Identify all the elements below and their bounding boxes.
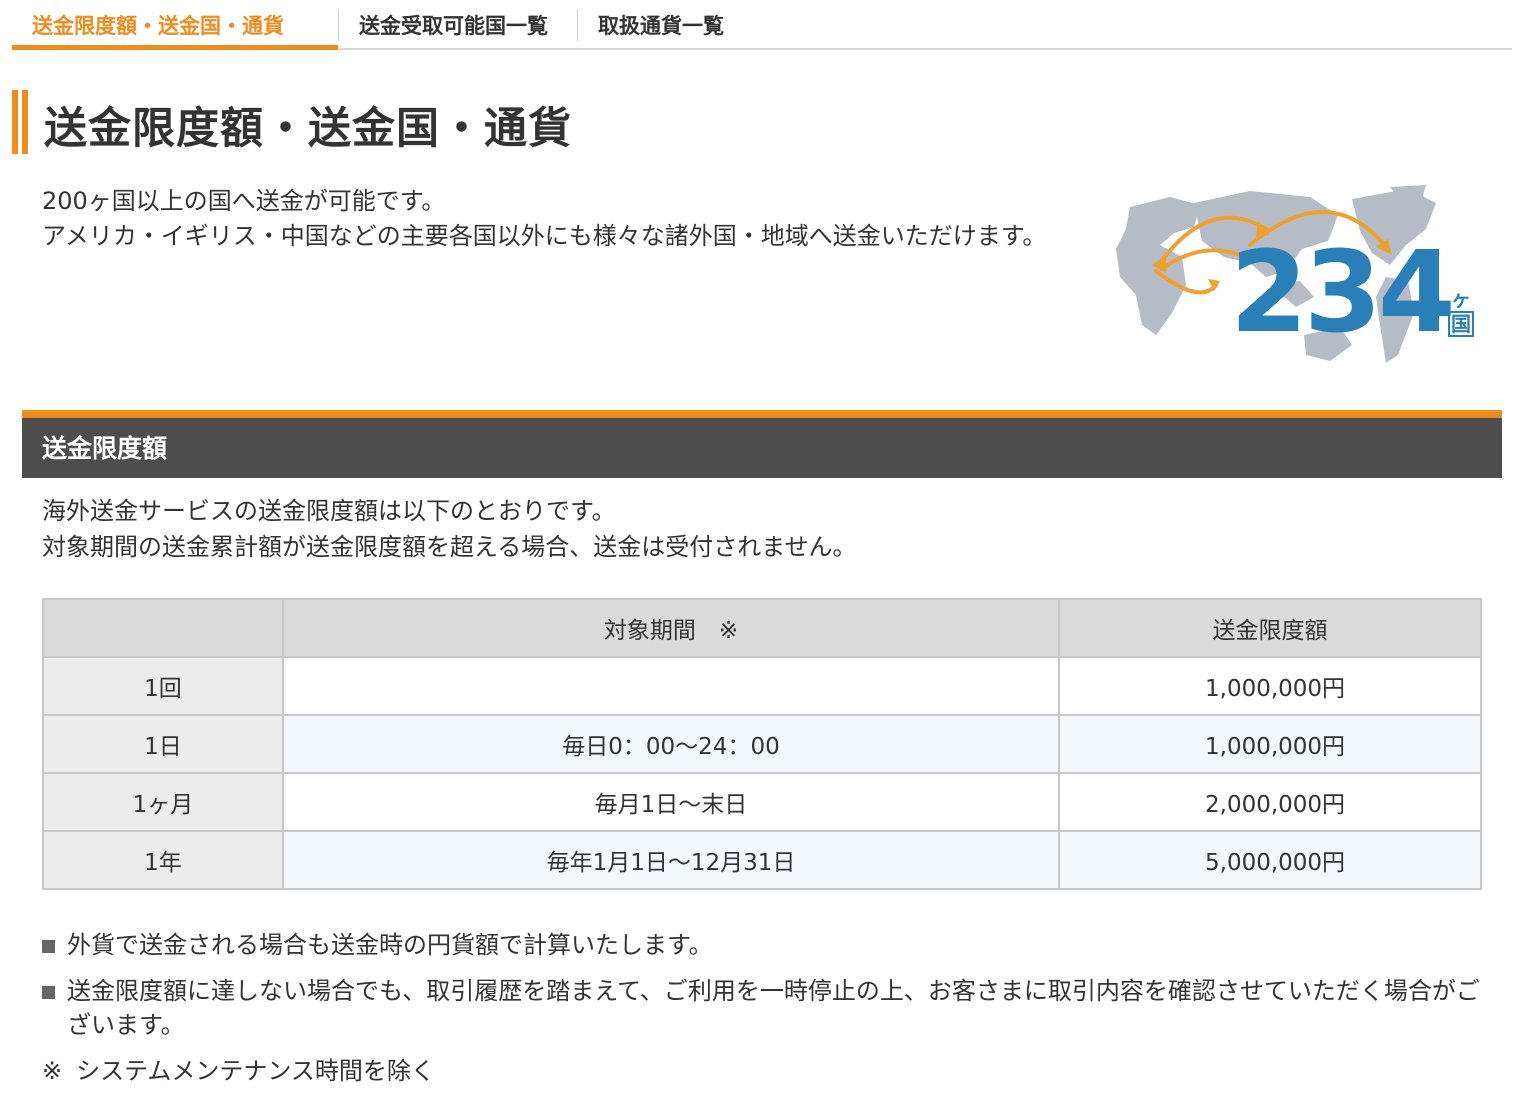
table-row: 1ヶ月 毎月1日〜末日 2,000,000円 <box>42 772 1482 832</box>
row-unit: 1年 <box>42 830 284 890</box>
country-unit: ヶ 国 <box>1446 287 1476 337</box>
section-desc-line-2: 対象期間の送金累計額が送金限度額を超える場合、送金は受付されません。 <box>42 533 857 561</box>
section-header-limits: 送金限度額 <box>22 410 1502 478</box>
row-period <box>282 656 1060 716</box>
unit-koku: 国 <box>1448 311 1474 337</box>
section-description: 海外送金サービスの送金限度額は以下のとおりです。 対象期間の送金累計額が送金限度… <box>42 493 1482 565</box>
intro-text: 200ヶ国以上の国へ送金が可能です。 アメリカ・イギリス・中国などの主要各国以外… <box>42 184 1052 254</box>
tab-bar: 送金限度額・送金国・通貨 送金受取可能国一覧 取扱通貨一覧 <box>12 0 1512 50</box>
row-period: 毎月1日〜末日 <box>282 772 1060 832</box>
row-unit: 1回 <box>42 656 284 716</box>
header-period: 対象期間 ※ <box>282 598 1060 658</box>
header-unit <box>42 598 284 658</box>
square-bullet-icon <box>42 940 55 953</box>
tab-receiving-countries[interactable]: 送金受取可能国一覧 <box>339 0 577 48</box>
row-period: 毎日0：00〜24：00 <box>282 714 1060 774</box>
square-bullet-icon <box>42 986 55 999</box>
row-amount: 2,000,000円 <box>1058 772 1482 832</box>
notes-list: 外貨で送金される場合も送金時の円貨額で計算いたします。 送金限度額に達しない場合… <box>42 928 1492 1054</box>
header-amount: 送金限度額 <box>1058 598 1482 658</box>
section-title: 送金限度額 <box>42 434 168 463</box>
list-item: 送金限度額に達しない場合でも、取引履歴を踏まえて、ご利用を一時停止の上、お客さま… <box>42 974 1492 1042</box>
footnote: ※ システムメンテナンス時間を除く <box>42 1054 435 1088</box>
table-row: 1日 毎日0：00〜24：00 1,000,000円 <box>42 714 1482 774</box>
world-map-graphic: 234 ヶ 国 <box>1090 185 1490 375</box>
title-accent-bar <box>12 90 28 154</box>
list-item: 外貨で送金される場合も送金時の円貨額で計算いたします。 <box>42 928 1492 962</box>
row-amount: 1,000,000円 <box>1058 656 1482 716</box>
note-text: 送金限度額に達しない場合でも、取引履歴を踏まえて、ご利用を一時停止の上、お客さま… <box>67 977 1480 1039</box>
row-amount: 5,000,000円 <box>1058 830 1482 890</box>
row-unit: 1日 <box>42 714 284 774</box>
intro-line-1: 200ヶ国以上の国へ送金が可能です。 <box>42 187 446 215</box>
unit-ke: ヶ <box>1451 287 1471 311</box>
table-row: 1年 毎年1月1日〜12月31日 5,000,000円 <box>42 830 1482 890</box>
limits-table: 対象期間 ※ 送金限度額 1回 1,000,000円 1日 毎日0：00〜24：… <box>42 598 1482 890</box>
row-amount: 1,000,000円 <box>1058 714 1482 774</box>
section-desc-line-1: 海外送金サービスの送金限度額は以下のとおりです。 <box>42 497 616 525</box>
footnote-mark: ※ <box>42 1057 63 1085</box>
country-count: 234 <box>1230 228 1456 358</box>
tab-currencies[interactable]: 取扱通貨一覧 <box>578 0 758 48</box>
footnote-text: システムメンテナンス時間を除く <box>76 1057 435 1085</box>
row-unit: 1ヶ月 <box>42 772 284 832</box>
page-title: 送金限度額・送金国・通貨 <box>44 104 572 154</box>
intro-line-2: アメリカ・イギリス・中国などの主要各国以外にも様々な諸外国・地域へ送金いただけま… <box>42 222 1047 250</box>
table-row: 1回 1,000,000円 <box>42 656 1482 716</box>
table-header-row: 対象期間 ※ 送金限度額 <box>42 598 1482 658</box>
tab-limits-countries-currency[interactable]: 送金限度額・送金国・通貨 <box>12 0 338 50</box>
note-text: 外貨で送金される場合も送金時の円貨額で計算いたします。 <box>67 931 713 959</box>
row-period: 毎年1月1日〜12月31日 <box>282 830 1060 890</box>
